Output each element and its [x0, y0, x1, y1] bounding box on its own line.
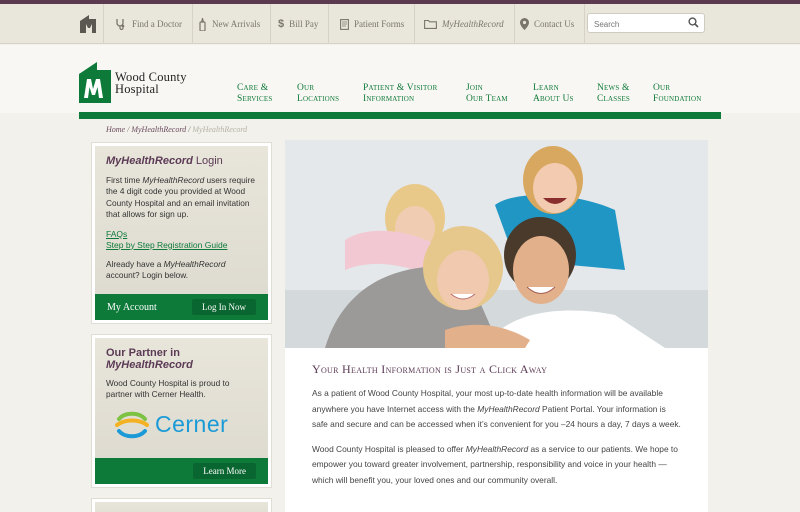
search-input[interactable] — [588, 15, 680, 34]
logo-line-2: Hospital — [115, 81, 159, 96]
nav-our-foundation-line-1: Our — [653, 83, 671, 93]
login-already: Already have a MyHealthRecord account? L… — [106, 259, 257, 282]
nav-patient-visitor[interactable]: Patient & Visitor Information — [363, 83, 437, 105]
nav-learn-about[interactable]: Learn About Us — [533, 83, 574, 105]
main-heading: Your Health Information is Just a Click … — [312, 362, 548, 376]
site-header: Wood County Hospital Care & Services Our… — [0, 45, 800, 113]
partner-box-title: Our Partner in MyHealthRecord — [106, 347, 257, 371]
find-doctor-link[interactable]: Find a Doctor — [105, 4, 193, 44]
main-paragraph-1: As a patient of Wood County Hospital, yo… — [312, 386, 682, 433]
partner-title-em: MyHealthRecord — [106, 359, 193, 371]
login-already-a: Already have a — [106, 258, 164, 269]
hero-family-photo — [285, 140, 708, 348]
nav-care-services-line-2: Services — [237, 94, 273, 104]
login-already-em: MyHealthRecord — [163, 258, 226, 269]
sidebar-box-3 — [91, 498, 272, 512]
main-p2-em: MyHealthRecord — [465, 443, 529, 454]
home-link[interactable] — [72, 4, 104, 44]
cerner-wordmark: Cerner — [155, 411, 229, 438]
search-box — [587, 13, 705, 34]
nav-patient-visitor-line-2: Information — [363, 94, 415, 104]
faq-link[interactable]: FAQs — [106, 229, 257, 240]
nav-our-locations[interactable]: Our Locations — [297, 83, 339, 105]
login-already-b: account? Login below. — [106, 270, 189, 281]
search-icon[interactable] — [688, 17, 699, 28]
find-doctor-label: Find a Doctor — [132, 19, 182, 29]
nav-news-classes-line-2: Classes — [597, 94, 631, 104]
login-intro-a: First time — [106, 175, 143, 185]
nav-learn-about-line-1: Learn — [533, 83, 559, 93]
partner-title-a: Our Partner in — [106, 347, 180, 359]
myhealthrecord-link[interactable]: MyHealthRecord — [414, 4, 515, 44]
wood-county-logo-icon — [79, 62, 111, 103]
breadcrumb: Home / MyHealthRecord / MyHealthRecord — [106, 125, 247, 134]
contact-us-label: Contact Us — [534, 19, 575, 29]
nav-join-team-line-1: Join — [466, 83, 483, 93]
nav-our-foundation-line-2: Foundation — [653, 94, 702, 104]
main-content: Your Health Information is Just a Click … — [285, 140, 708, 512]
learn-more-button[interactable]: Learn More — [193, 463, 256, 479]
family-photo-illustration — [285, 140, 708, 348]
stethoscope-icon — [116, 19, 125, 30]
nav-news-classes[interactable]: News & Classes — [597, 83, 630, 105]
nav-join-team-line-2: Our Team — [466, 94, 508, 104]
folder-icon — [424, 19, 437, 29]
logo-line-1: Wood County — [115, 69, 187, 84]
nav-care-services[interactable]: Care & Services — [237, 83, 273, 105]
patient-forms-link[interactable]: Patient Forms — [330, 4, 416, 44]
my-account-label: My Account — [107, 301, 157, 313]
login-action-bar: My Account Log In Now — [95, 294, 268, 320]
header-divider — [79, 112, 721, 119]
nav-our-foundation[interactable]: Our Foundation — [653, 83, 702, 105]
myhealthrecord-label: MyHealthRecord — [442, 19, 504, 29]
nav-patient-visitor-line-1: Patient & Visitor — [363, 83, 438, 93]
nav-care-services-line-1: Care & — [237, 83, 269, 93]
baby-bottle-icon — [199, 17, 206, 31]
bill-pay-link[interactable]: $ Bill Pay — [268, 4, 330, 44]
nav-our-locations-line-2: Locations — [297, 94, 340, 104]
patient-forms-label: Patient Forms — [354, 19, 405, 29]
main-text: Your Health Information is Just a Click … — [285, 348, 708, 489]
nav-learn-about-line-2: About Us — [533, 94, 574, 104]
partner-box: Our Partner in MyHealthRecord Wood County… — [91, 334, 272, 488]
breadcrumb-current: MyHealthRecord — [192, 125, 248, 134]
nav-our-locations-line-1: Our — [297, 83, 315, 93]
main-paragraph-2: Wood County Hospital is pleased to offer… — [312, 442, 682, 489]
login-intro: First time MyHealthRecord users require … — [106, 175, 257, 221]
main-p1-em: MyHealthRecord — [477, 403, 540, 414]
breadcrumb-home[interactable]: Home — [106, 125, 125, 134]
new-arrivals-link[interactable]: New Arrivals — [188, 4, 272, 44]
login-title-em: MyHealthRecord — [106, 155, 193, 167]
map-pin-icon — [520, 18, 529, 30]
cerner-logo[interactable]: Cerner — [115, 410, 257, 440]
utility-bar: Find a Doctor New Arrivals $ Bill Pay Pa… — [0, 4, 800, 44]
main-p2-a: Wood County Hospital is pleased to offer — [312, 443, 466, 454]
log-in-button[interactable]: Log In Now — [192, 299, 256, 315]
hospital-logo[interactable]: Wood County Hospital — [79, 62, 187, 103]
nav-news-classes-line-1: News & — [597, 83, 630, 93]
partner-text: Wood County Hospital is proud to partner… — [106, 378, 230, 400]
hospital-logo-icon — [79, 15, 96, 33]
login-title-rest: Login — [192, 155, 223, 167]
partner-action-bar: Learn More — [95, 458, 268, 484]
login-intro-em: MyHealthRecord — [142, 175, 205, 185]
document-icon — [340, 18, 349, 30]
registration-guide-link[interactable]: Step by Step Registration Guide — [106, 240, 257, 251]
contact-us-link[interactable]: Contact Us — [510, 4, 586, 44]
bill-pay-label: Bill Pay — [289, 19, 319, 29]
new-arrivals-label: New Arrivals — [212, 19, 261, 29]
login-box: MyHealthRecord Login First time MyHealth… — [91, 142, 272, 324]
nav-join-team[interactable]: Join Our Team — [466, 83, 508, 105]
logo-wordmark: Wood County Hospital — [115, 69, 187, 96]
login-box-title: MyHealthRecord Login — [106, 155, 257, 167]
cerner-logo-icon — [115, 411, 149, 439]
dollar-icon: $ — [278, 18, 285, 30]
breadcrumb-parent[interactable]: MyHealthRecord — [131, 125, 186, 134]
